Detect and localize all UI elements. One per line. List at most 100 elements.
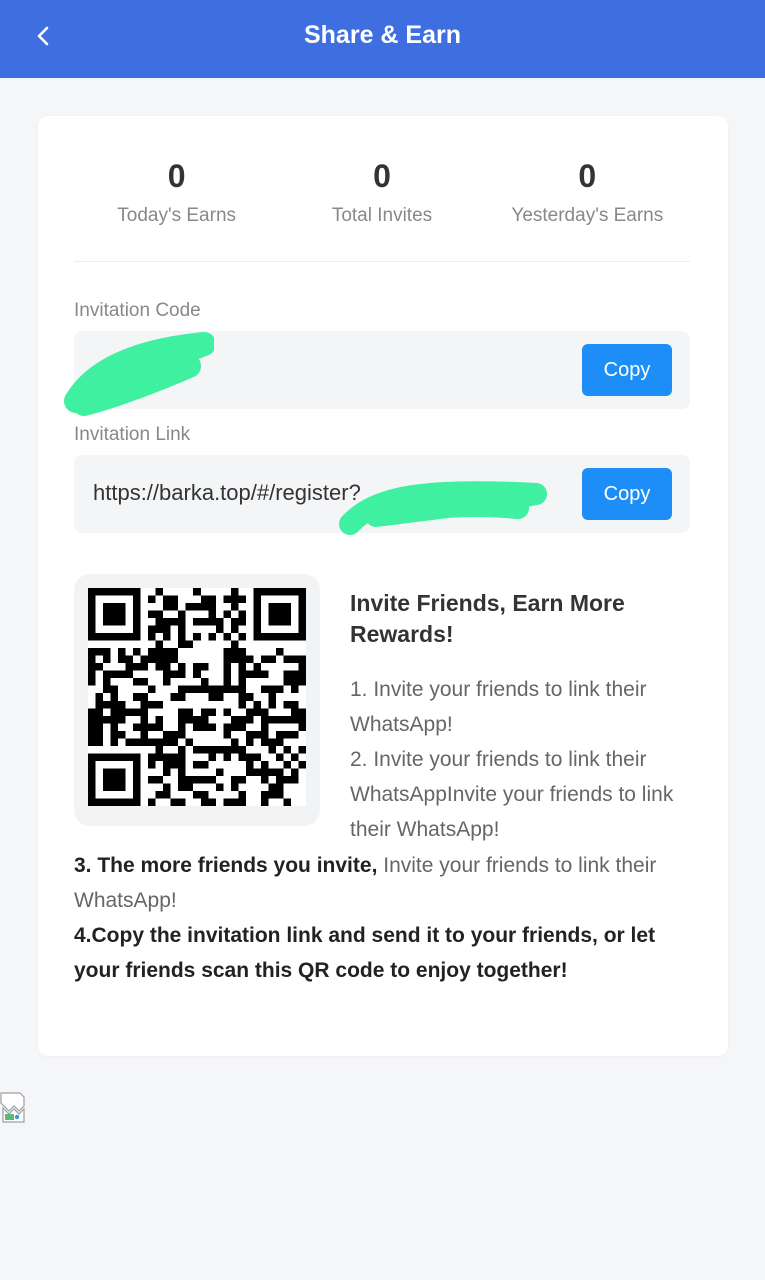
invitation-code-value[interactable] bbox=[93, 331, 563, 409]
qr-module bbox=[208, 753, 216, 761]
qr-module bbox=[238, 700, 246, 709]
stat-label: Yesterday's Earns bbox=[511, 205, 664, 226]
qr-module bbox=[110, 798, 119, 806]
qr-module bbox=[238, 715, 246, 724]
broken-image-icon bbox=[0, 1092, 25, 1123]
qr-module bbox=[103, 685, 111, 694]
invite-step-2: 2. Invite your friends to link their Wha… bbox=[350, 748, 674, 841]
qr-module bbox=[193, 633, 201, 641]
stats-row: 0 Today's Earns 0 Total Invites 0 Yester… bbox=[74, 152, 690, 262]
qr-module bbox=[238, 610, 246, 619]
qr-module bbox=[230, 603, 239, 611]
qr-module bbox=[148, 595, 156, 604]
qr-module bbox=[110, 633, 119, 641]
qr-module bbox=[118, 700, 126, 709]
qr-module bbox=[275, 618, 284, 626]
qr-module bbox=[193, 723, 201, 731]
qr-module bbox=[200, 745, 209, 754]
qr-module bbox=[253, 768, 261, 776]
qr-module bbox=[170, 798, 179, 806]
qr-module bbox=[253, 625, 261, 634]
qr-module bbox=[110, 783, 119, 791]
qr-module bbox=[140, 678, 149, 686]
qr-module bbox=[178, 775, 186, 784]
invitation-code-field: Copy bbox=[74, 331, 690, 409]
qr-module bbox=[110, 603, 119, 611]
qr-module bbox=[110, 685, 119, 694]
qr-module bbox=[185, 738, 194, 746]
qr-module bbox=[275, 775, 284, 784]
qr-module bbox=[170, 730, 179, 739]
qr-module bbox=[268, 618, 276, 626]
qr-module bbox=[125, 655, 134, 664]
qr-module bbox=[133, 693, 141, 701]
qr-module bbox=[223, 723, 231, 731]
qr-module bbox=[88, 768, 96, 776]
qr-module bbox=[193, 745, 201, 754]
qr-module bbox=[193, 775, 201, 784]
qr-module bbox=[133, 678, 141, 686]
qr-module bbox=[155, 655, 164, 664]
qr-module bbox=[298, 678, 306, 686]
qr-module bbox=[290, 730, 299, 739]
qr-module bbox=[290, 633, 299, 641]
qr-module bbox=[245, 730, 254, 739]
qr-module bbox=[155, 738, 164, 746]
qr-module bbox=[275, 648, 284, 656]
qr-module bbox=[208, 685, 216, 694]
qr-module bbox=[268, 633, 276, 641]
qr-module bbox=[163, 625, 171, 634]
qr-module bbox=[253, 663, 261, 671]
qr-module bbox=[110, 768, 119, 776]
qr-module bbox=[118, 715, 126, 724]
qr-module bbox=[163, 633, 171, 641]
stat-yesterday-earns: 0 Yesterday's Earns bbox=[485, 152, 690, 262]
qr-module bbox=[193, 715, 201, 724]
qr-module bbox=[163, 738, 171, 746]
qr-module bbox=[178, 715, 186, 724]
qr-module bbox=[88, 655, 96, 664]
qr-code-image[interactable] bbox=[88, 588, 306, 806]
qr-module bbox=[178, 745, 186, 754]
qr-module bbox=[155, 618, 164, 626]
qr-module bbox=[140, 738, 149, 746]
qr-module bbox=[110, 693, 119, 701]
qr-module bbox=[253, 700, 261, 709]
invitation-link-field: https://barka.top/#/register? Copy bbox=[74, 455, 690, 533]
qr-module bbox=[103, 588, 111, 596]
qr-module bbox=[253, 588, 261, 596]
qr-module bbox=[283, 670, 291, 679]
qr-module bbox=[178, 730, 186, 739]
qr-module bbox=[230, 715, 239, 724]
qr-module bbox=[275, 790, 284, 799]
qr-module bbox=[275, 738, 284, 746]
qr-module bbox=[103, 715, 111, 724]
qr-module bbox=[140, 730, 149, 739]
qr-module bbox=[275, 753, 284, 761]
qr-module bbox=[95, 588, 104, 596]
copy-code-button[interactable]: Copy bbox=[582, 344, 672, 396]
qr-module bbox=[133, 625, 141, 634]
qr-module bbox=[238, 595, 246, 604]
qr-module bbox=[268, 745, 276, 754]
qr-module bbox=[268, 603, 276, 611]
qr-module bbox=[238, 693, 246, 701]
invitation-link-value[interactable]: https://barka.top/#/register? bbox=[93, 455, 563, 533]
qr-module bbox=[253, 610, 261, 619]
qr-module bbox=[118, 633, 126, 641]
qr-module bbox=[260, 760, 269, 769]
stat-label: Total Invites bbox=[331, 205, 433, 226]
copy-link-button[interactable]: Copy bbox=[582, 468, 672, 520]
qr-module bbox=[223, 685, 231, 694]
qr-module bbox=[103, 603, 111, 611]
qr-module bbox=[208, 775, 216, 784]
qr-module bbox=[118, 610, 126, 619]
qr-module bbox=[178, 768, 186, 776]
qr-module bbox=[170, 738, 179, 746]
qr-module bbox=[103, 768, 111, 776]
qr-module bbox=[125, 738, 134, 746]
qr-module bbox=[245, 670, 254, 679]
qr-module bbox=[110, 708, 119, 716]
qr-module bbox=[260, 798, 269, 806]
qr-module bbox=[140, 715, 149, 724]
